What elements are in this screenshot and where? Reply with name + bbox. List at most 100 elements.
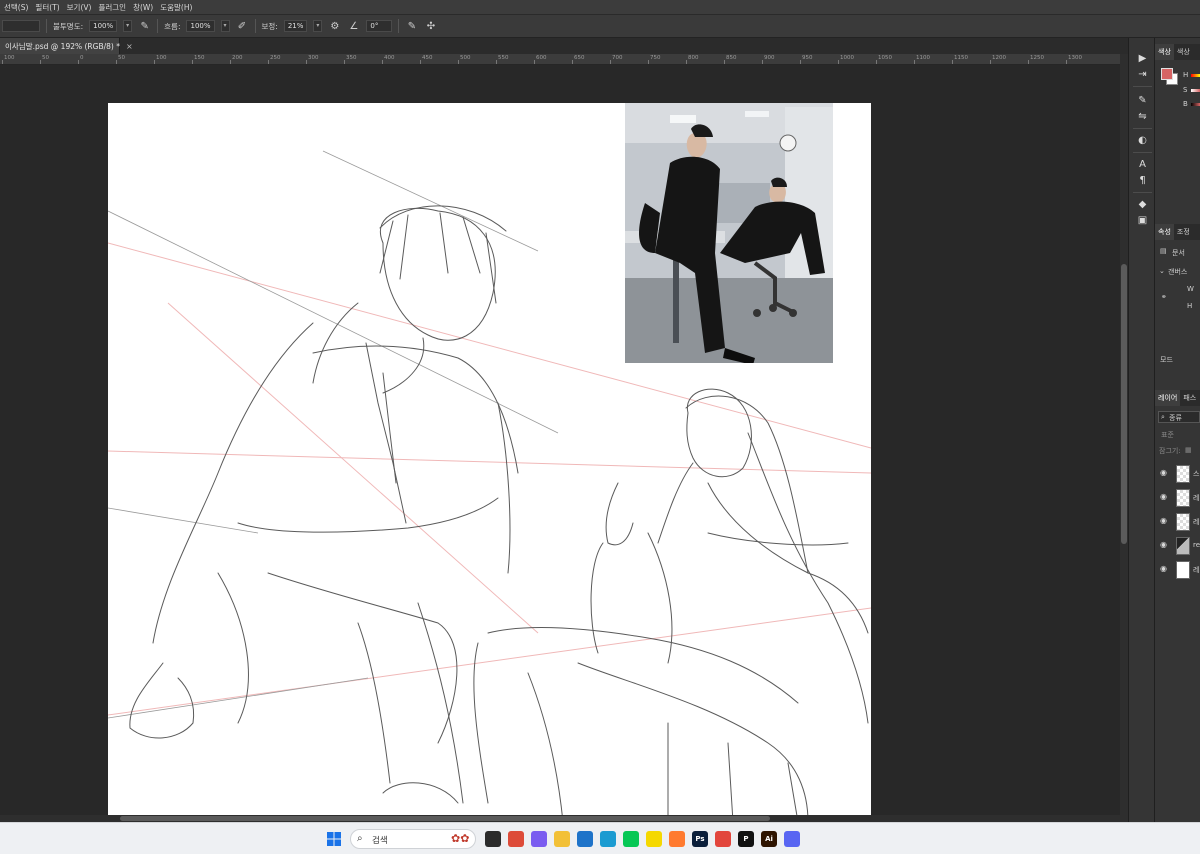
folder-icon[interactable] <box>554 831 570 847</box>
menu-filter[interactable]: 필터(T) <box>35 2 59 13</box>
chrome-icon[interactable] <box>508 831 524 847</box>
flow-dropdown[interactable]: ▾ <box>220 20 230 32</box>
search-label: 검색 <box>372 836 388 846</box>
layer-filter-field[interactable]: ⌕ 종류 <box>1158 411 1200 423</box>
clone-source-icon[interactable]: ◐ <box>1136 134 1149 147</box>
play-icon[interactable]: ▶ <box>1136 52 1149 65</box>
color-panel-tabs: 색상 색상 <box>1155 44 1200 60</box>
windows-taskbar: ⌕ 검색 ✿✿ Ps P Ai <box>0 822 1200 854</box>
discord-icon[interactable] <box>784 831 800 847</box>
eye-icon[interactable]: ◉ <box>1160 564 1167 573</box>
adjust-icon[interactable]: ⇋ <box>1136 110 1149 123</box>
ruler-tick <box>1028 60 1029 64</box>
vertical-scrollbar[interactable] <box>1120 54 1128 822</box>
saturation-slider[interactable] <box>1191 89 1200 92</box>
menu-view[interactable]: 보기(V) <box>67 2 92 13</box>
tab-layers[interactable]: 레이어 <box>1155 390 1181 406</box>
kakaotalk-icon[interactable] <box>646 831 662 847</box>
ruler-label: 0 <box>80 55 84 61</box>
tab-paths[interactable]: 패스 <box>1180 390 1199 406</box>
ruler-tick <box>838 60 839 64</box>
tab-swatches[interactable]: 색상 <box>1174 44 1193 60</box>
tab-properties[interactable]: 속성 <box>1155 224 1174 240</box>
menu-plugins[interactable]: 플러그인 <box>98 2 126 13</box>
canvas-workspace[interactable] <box>0 65 1120 822</box>
photoshop-icon[interactable]: Ps <box>692 831 708 847</box>
paragraph-icon[interactable]: ¶ <box>1136 174 1149 187</box>
ruler-tick <box>876 60 877 64</box>
history-icon[interactable]: ⇥ <box>1136 68 1149 81</box>
lock-pixels-icon[interactable]: ▦ <box>1185 446 1192 454</box>
layer-name: re <box>1193 541 1200 549</box>
ruler-tick <box>2 60 3 64</box>
file-explorer-icon[interactable] <box>485 831 501 847</box>
cube-icon[interactable]: ▣ <box>1136 214 1149 227</box>
ruler-label: 1100 <box>916 55 930 61</box>
eye-icon[interactable]: ◉ <box>1160 540 1167 549</box>
app-icon[interactable] <box>669 831 685 847</box>
app-red-icon[interactable] <box>715 831 731 847</box>
airbrush-icon[interactable]: ✐ <box>236 20 249 33</box>
picsart-icon[interactable]: P <box>738 831 754 847</box>
layer-row[interactable]: ◉ 레 <box>1155 510 1200 534</box>
ruler-label: 1150 <box>954 55 968 61</box>
smoothing-field[interactable]: 21% <box>283 20 308 32</box>
horizontal-scrollbar[interactable] <box>0 815 1120 822</box>
character-icon[interactable]: A <box>1136 158 1149 171</box>
layer-row[interactable]: ◉ re <box>1155 534 1200 558</box>
store-icon[interactable] <box>577 831 593 847</box>
close-icon[interactable]: × <box>126 42 133 51</box>
illustrator-icon[interactable]: Ai <box>761 831 777 847</box>
gear-icon[interactable]: ⚙ <box>328 20 341 33</box>
brightness-slider[interactable] <box>1191 103 1200 106</box>
copilot-icon[interactable] <box>531 831 547 847</box>
foreground-color-swatch[interactable] <box>1161 68 1173 80</box>
ruler-label: 600 <box>536 55 547 61</box>
link-icon[interactable]: ⚭ <box>1161 293 1167 301</box>
opacity-dropdown[interactable]: ▾ <box>123 20 133 32</box>
opacity-field[interactable]: 100% <box>89 20 118 32</box>
menu-help[interactable]: 도움말(H) <box>160 2 192 13</box>
line-icon[interactable] <box>623 831 639 847</box>
document-tab-title: 이사님말.psd @ 192% (RGB/8) * <box>5 41 120 51</box>
scrollbar-thumb[interactable] <box>1121 264 1127 544</box>
eye-icon[interactable]: ◉ <box>1160 492 1167 501</box>
ruler-tick <box>610 60 611 64</box>
brush-settings-icon[interactable]: ✎ <box>1136 94 1149 107</box>
ruler-label: 400 <box>384 55 395 61</box>
layer-name: 레 <box>1193 566 1200 574</box>
menu-select[interactable]: 선택(S) <box>4 2 28 13</box>
divider <box>46 19 47 33</box>
flow-field[interactable]: 100% <box>186 20 215 32</box>
eye-icon[interactable]: ◉ <box>1160 516 1167 525</box>
smoothing-dropdown[interactable]: ▾ <box>313 20 323 32</box>
height-label: H <box>1187 302 1193 310</box>
divider <box>157 19 159 33</box>
layer-row[interactable]: ◉ 스 <box>1155 462 1200 486</box>
ruler-tick <box>534 60 535 64</box>
layer-row[interactable]: ◉ 레 <box>1155 486 1200 510</box>
windows-start-icon[interactable] <box>327 832 341 846</box>
document-canvas[interactable] <box>108 103 871 822</box>
document-tab[interactable]: 이사님말.psd @ 192% (RGB/8) * × <box>0 38 133 54</box>
tab-adjustments[interactable]: 조정 <box>1174 224 1193 240</box>
hue-slider[interactable] <box>1191 74 1200 77</box>
tab-color[interactable]: 색상 <box>1155 44 1174 60</box>
ruler-label: 50 <box>42 55 49 61</box>
layer-row[interactable]: ◉ 레 <box>1155 558 1200 582</box>
menu-bar: 선택(S) 필터(T) 보기(V) 플러그인 창(W) 도움말(H) <box>0 0 1200 14</box>
menu-window[interactable]: 창(W) <box>133 2 153 13</box>
pressure-size-icon[interactable]: ✎ <box>405 20 418 33</box>
symmetry-icon[interactable]: ✣ <box>424 20 437 33</box>
taskbar-search-box[interactable]: ⌕ 검색 ✿✿ <box>350 829 476 849</box>
angle-field[interactable]: 0° <box>366 20 393 32</box>
chevron-down-icon[interactable]: ⌄ <box>1159 267 1165 275</box>
preset-field[interactable] <box>2 20 40 32</box>
scrollbar-thumb[interactable] <box>120 816 770 821</box>
pressure-opacity-icon[interactable]: ✎ <box>138 20 151 33</box>
edge-icon[interactable] <box>600 831 616 847</box>
layer-name: 레 <box>1193 494 1200 502</box>
eye-icon[interactable]: ◉ <box>1160 468 1167 477</box>
shapes-icon[interactable]: ◆ <box>1136 198 1149 211</box>
blend-mode-select[interactable]: 표준 <box>1161 430 1174 440</box>
